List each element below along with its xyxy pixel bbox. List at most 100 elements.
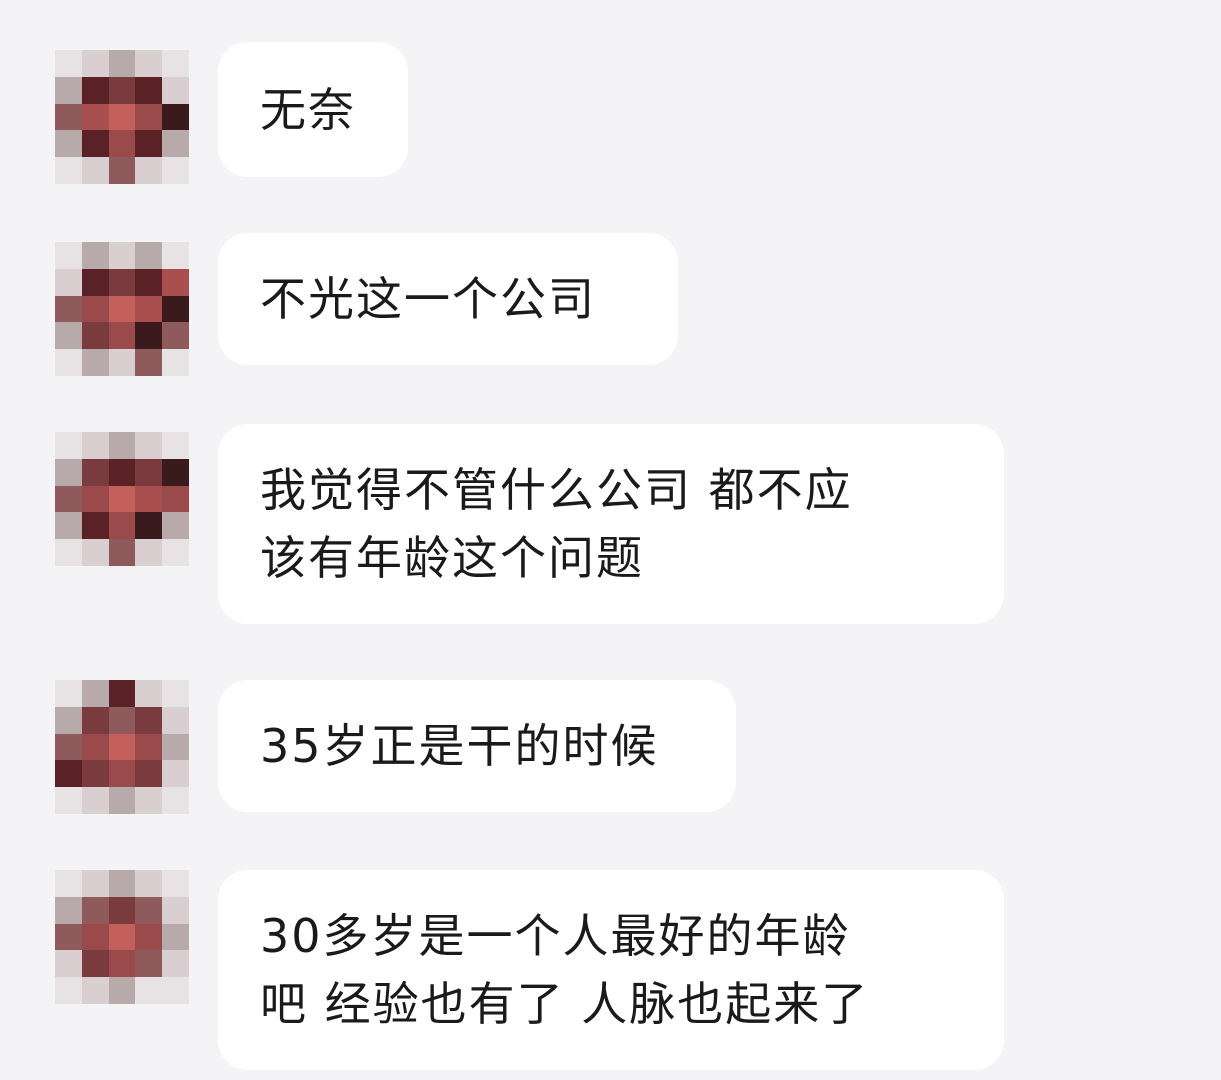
avatar-pixel (162, 458, 189, 486)
avatar-pixel (162, 680, 189, 707)
avatar-pixel (135, 977, 163, 1004)
avatar-pixel (55, 680, 82, 707)
avatar-pixel (162, 977, 189, 1004)
avatar-pixel (81, 268, 109, 296)
avatar-pixel (135, 349, 163, 376)
avatar-pixel (108, 295, 136, 323)
avatar-pixel (55, 50, 82, 77)
avatar-pixel (81, 923, 109, 951)
avatar-pixel (108, 896, 136, 924)
avatar-pixel (55, 157, 82, 184)
avatar-pixel (81, 349, 109, 376)
avatar-pixel (135, 458, 163, 486)
avatar-pixel (108, 485, 136, 513)
avatar-pixel (135, 539, 163, 566)
avatar-pixel (162, 157, 189, 184)
avatar-pixel (162, 50, 189, 77)
avatar-pixel (162, 295, 189, 323)
avatar-pixel (81, 706, 109, 734)
avatar-pixel (162, 896, 189, 924)
avatar-pixel (162, 130, 189, 158)
message-bubble[interactable]: 35岁正是干的时候 (218, 680, 736, 812)
message-text: 不光这一个公司 (260, 272, 596, 326)
message-text: 无奈 (260, 82, 356, 137)
avatar-pixel (81, 539, 109, 566)
avatar-pixel (55, 130, 82, 158)
avatar[interactable] (55, 242, 189, 376)
avatar-pixel (81, 76, 109, 104)
message-text: 30多岁是一个人最好的年龄 吧 经验也有了 人脉也起来了 (260, 909, 870, 1031)
message-text: 35岁正是干的时候 (260, 719, 659, 773)
avatar-pixel (162, 870, 189, 897)
avatar-pixel (135, 870, 163, 897)
avatar-pixel (108, 787, 136, 814)
avatar-pixel (108, 977, 136, 1004)
avatar-pixel (81, 130, 109, 158)
avatar-pixel (135, 923, 163, 951)
avatar-pixel (135, 268, 163, 296)
avatar-pixel (162, 349, 189, 376)
avatar-pixel (108, 706, 136, 734)
avatar-pixel (81, 458, 109, 486)
avatar-pixel (108, 733, 136, 761)
avatar-pixel (81, 485, 109, 513)
avatar-pixel (55, 432, 82, 459)
avatar-pixel (81, 977, 109, 1004)
avatar-pixel (55, 950, 82, 978)
avatar-pixel (55, 733, 82, 761)
avatar-pixel (135, 322, 163, 350)
avatar-pixel (135, 432, 163, 459)
avatar-pixel (55, 76, 82, 104)
avatar-pixel (81, 50, 109, 77)
avatar-pixel (81, 103, 109, 131)
avatar-pixel (81, 680, 109, 707)
avatar[interactable] (55, 50, 189, 184)
avatar-pixel (55, 458, 82, 486)
avatar-pixel (81, 760, 109, 788)
avatar-pixel (108, 432, 136, 459)
avatar-pixel (135, 50, 163, 77)
avatar-pixel (162, 322, 189, 350)
message-bubble[interactable]: 我觉得不管什么公司 都不应 该有年龄这个问题 (218, 424, 1004, 624)
avatar-pixel (108, 76, 136, 104)
avatar-pixel (135, 103, 163, 131)
avatar-pixel (81, 950, 109, 978)
avatar-pixel (135, 680, 163, 707)
avatar-pixel (55, 977, 82, 1004)
avatar-pixel (55, 760, 82, 788)
avatar-pixel (55, 896, 82, 924)
avatar[interactable] (55, 432, 189, 566)
avatar-pixel (162, 760, 189, 788)
avatar-pixel (135, 760, 163, 788)
avatar-pixel (135, 706, 163, 734)
avatar-pixel (108, 539, 136, 566)
avatar-pixel (81, 870, 109, 897)
avatar-pixel (162, 733, 189, 761)
avatar-pixel (108, 349, 136, 376)
avatar-pixel (108, 458, 136, 486)
avatar-pixel (55, 242, 82, 269)
avatar-pixel (135, 295, 163, 323)
avatar-pixel (108, 322, 136, 350)
avatar-pixel (55, 268, 82, 296)
avatar-pixel (108, 130, 136, 158)
avatar-pixel (81, 733, 109, 761)
avatar-pixel (81, 896, 109, 924)
avatar-pixel (55, 923, 82, 951)
avatar-pixel (162, 76, 189, 104)
avatar-pixel (55, 349, 82, 376)
avatar-pixel (81, 295, 109, 323)
avatar-pixel (55, 787, 82, 814)
avatar-pixel (55, 295, 82, 323)
message-bubble[interactable]: 无奈 (218, 42, 408, 177)
avatar-pixel (135, 896, 163, 924)
message-bubble[interactable]: 不光这一个公司 (218, 233, 678, 365)
avatar[interactable] (55, 870, 189, 1004)
avatar-pixel (162, 242, 189, 269)
avatar-pixel (162, 706, 189, 734)
avatar-pixel (135, 157, 163, 184)
message-bubble[interactable]: 30多岁是一个人最好的年龄 吧 经验也有了 人脉也起来了 (218, 870, 1004, 1070)
avatar[interactable] (55, 680, 189, 814)
avatar-pixel (55, 103, 82, 131)
avatar-pixel (162, 103, 189, 131)
